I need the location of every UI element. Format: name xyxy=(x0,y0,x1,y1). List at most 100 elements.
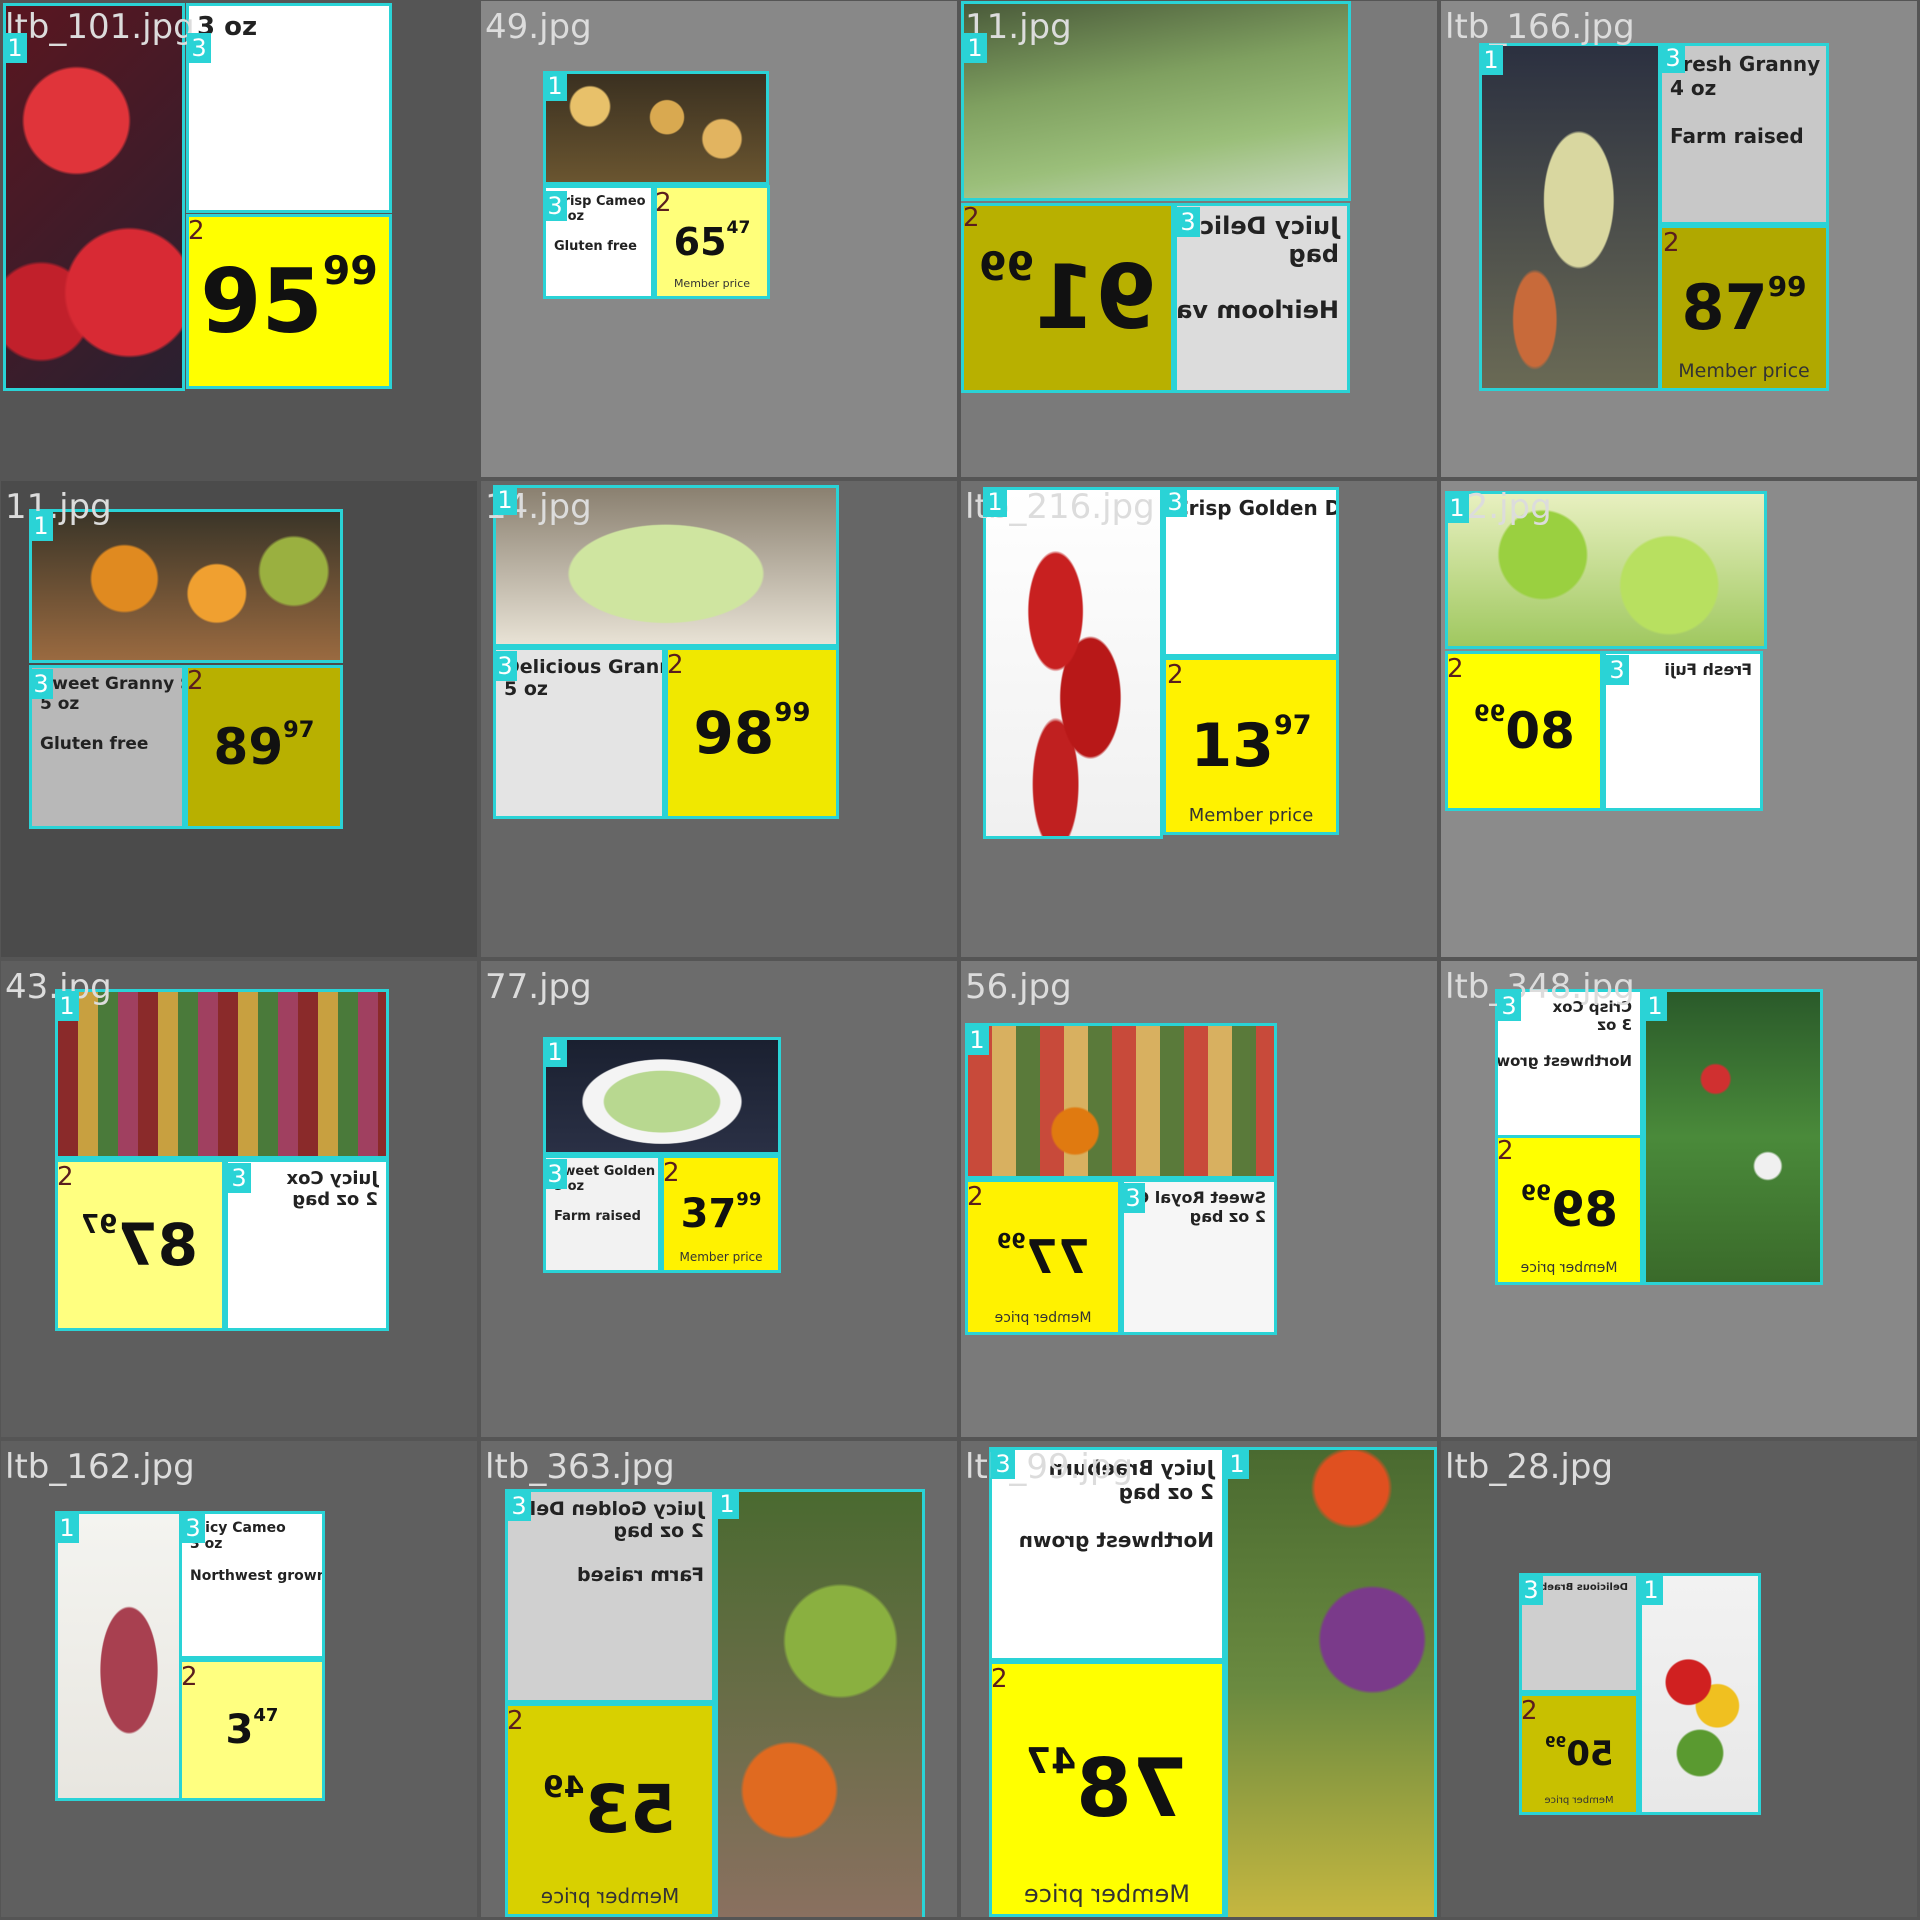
product-image-box xyxy=(543,71,769,185)
price-cents: 99 xyxy=(774,698,811,729)
description-line: Fresh Fuji xyxy=(1664,660,1752,679)
filename-label: 77.jpg xyxy=(485,967,592,1007)
class-2-label: 2 xyxy=(1663,228,1680,258)
mosaic-tile: Sweet Granny Smith5 oz Gluten free 8997 11… xyxy=(1,481,477,957)
product-image-box xyxy=(1643,989,1823,1285)
description-line: Juicy Cox xyxy=(286,1168,378,1189)
price-box: 9899 xyxy=(665,647,839,819)
price-box: 347 xyxy=(179,1659,325,1801)
class-1-badge: 1 xyxy=(29,511,53,541)
description-line xyxy=(1670,100,1818,124)
description-line: Sweet Royal Gala xyxy=(1121,1188,1266,1207)
price-value: 9599 xyxy=(200,251,378,346)
price-whole: 91 xyxy=(1033,246,1157,349)
class-3-badge: 3 xyxy=(507,1491,531,1521)
description-box: Crisp Golden Delicious xyxy=(1163,487,1339,657)
price-box: 8799 Member price xyxy=(1659,225,1829,391)
class-1-badge: 1 xyxy=(543,71,567,101)
class-1-badge: 1 xyxy=(963,33,987,63)
description-line: Juicy Delicious xyxy=(1177,212,1339,240)
class-2-label: 2 xyxy=(57,1162,74,1192)
price-whole: 98 xyxy=(693,699,775,767)
price-whole: 13 xyxy=(1190,711,1274,781)
product-image-box xyxy=(983,487,1163,839)
class-2-label: 2 xyxy=(963,203,980,233)
description-line xyxy=(516,1542,704,1564)
filename-label: ltb_348.jpg xyxy=(1445,967,1635,1007)
price-cents: 97 xyxy=(283,716,315,743)
description-line: 2 oz bag xyxy=(292,1189,378,1210)
class-3-badge: 3 xyxy=(181,1513,205,1543)
price-box: 8997 xyxy=(185,665,343,829)
description-text: Crisp Cameo 3 oz Gluten free xyxy=(554,194,646,254)
filename-label: 49.jpg xyxy=(485,7,592,47)
description-line: Juicy Golden Delicious xyxy=(508,1498,704,1520)
description-line xyxy=(1000,1504,1214,1528)
class-3-badge: 3 xyxy=(991,1449,1015,1479)
description-text: Juicy Cox 2 oz bag xyxy=(236,1168,378,1210)
class-3-badge: 3 xyxy=(543,191,567,221)
mosaic-tile: Juicy Cameo 3 oz Northwest grown 347 ltb_16… xyxy=(1,1441,477,1917)
description-box: Delicious Granny Smith5 oz xyxy=(493,647,665,819)
description-line: Farm raised xyxy=(1670,124,1804,148)
price-cents: 49 xyxy=(543,1769,585,1805)
mosaic-tile: Crisp Cameo 3 oz Gluten free 6547 Member pr… xyxy=(481,1,957,477)
class-3-badge: 3 xyxy=(29,669,53,699)
price-whole: 95 xyxy=(200,249,323,353)
price-whole: 87 xyxy=(117,1211,199,1279)
price-box: 8999 Member price xyxy=(1495,1135,1643,1285)
class-1-badge: 1 xyxy=(543,1037,567,1067)
description-line: Farm raised xyxy=(577,1564,704,1586)
description-text: Sweet Granny Smith5 oz Gluten free xyxy=(40,674,182,754)
mosaic-tile: Crisp Cox 3 oz Northwest grown 8999 Member … xyxy=(1441,961,1917,1437)
description-text: Fresh Fuji xyxy=(1614,660,1752,679)
description-line: Sweet Granny Smith xyxy=(40,674,182,694)
filename-label: 56.jpg xyxy=(965,967,1072,1007)
price-value: 9199 xyxy=(979,244,1157,349)
member-price-label: Member price xyxy=(540,1884,680,1908)
price-whole: 89 xyxy=(213,718,284,776)
price-box: 8797 xyxy=(55,1159,225,1331)
filename-label: ltb_166.jpg xyxy=(1445,7,1635,47)
description-text: Delicious Braeburn xyxy=(1522,1582,1628,1593)
mosaic-tile: Delicious Braeburn 5099 Member price ltb_28… xyxy=(1441,1441,1917,1917)
description-line xyxy=(40,714,174,734)
class-3-badge: 3 xyxy=(1661,43,1685,73)
price-box: 7847 Member price xyxy=(989,1661,1225,1917)
mosaic-tile: Juicy Braeburn 2 oz bag Northwest grown 78… xyxy=(961,1441,1437,1917)
class-2-label: 2 xyxy=(1497,1136,1514,1166)
price-whole: 80 xyxy=(1504,702,1575,760)
class-2-label: 2 xyxy=(1167,660,1184,690)
filename-label: ltb_162.jpg xyxy=(5,1447,195,1487)
class-2-label: 2 xyxy=(1447,654,1464,684)
description-line: 3 oz xyxy=(197,12,258,42)
description-text: Juicy Deliciousbag Heirloom varieties xyxy=(1177,212,1339,324)
description-text: Fresh Granny Smith4 oz Farm raised xyxy=(1670,52,1826,148)
description-text: Juicy Cameo 3 oz Northwest grown xyxy=(190,1520,325,1584)
price-whole: 78 xyxy=(1076,1742,1188,1835)
price-value: 5099 xyxy=(1545,1733,1614,1774)
mosaic-tile: Juicy Deliciousbag Heirloom varieties919… xyxy=(961,1,1437,477)
mosaic-tile: Juicy Golden Delicious2 oz bag Farm rais… xyxy=(481,1441,957,1917)
class-3-badge: 3 xyxy=(493,651,517,681)
price-value: 5349 xyxy=(543,1770,676,1848)
product-image-box xyxy=(1639,1573,1761,1815)
description-text: Crisp Golden Delicious xyxy=(1174,496,1336,520)
description-line: 5 oz xyxy=(554,1179,585,1194)
member-price-label: Member price xyxy=(1520,1260,1618,1276)
description-line: Northwest grown xyxy=(190,1568,325,1584)
class-1-badge: 1 xyxy=(493,485,517,515)
member-price-label: Member price xyxy=(1188,805,1314,826)
class-2-label: 2 xyxy=(181,1662,198,1692)
price-value: 1397 xyxy=(1190,712,1311,776)
description-line: Sweet Golden Delicious xyxy=(554,1164,658,1179)
class-2-label: 2 xyxy=(667,650,684,680)
mosaic-tile: Crisp Golden Delicious1397Member pricelt… xyxy=(961,481,1437,957)
description-line xyxy=(1185,268,1339,296)
description-text: Sweet Golden Delicious5 oz Farm raised xyxy=(554,1164,658,1224)
class-3-badge: 3 xyxy=(543,1159,567,1189)
price-whole: 50 xyxy=(1565,1734,1614,1774)
price-cents: 99 xyxy=(1767,269,1807,303)
description-line: Juicy Cameo xyxy=(190,1520,286,1536)
class-1-badge: 1 xyxy=(1445,493,1469,523)
